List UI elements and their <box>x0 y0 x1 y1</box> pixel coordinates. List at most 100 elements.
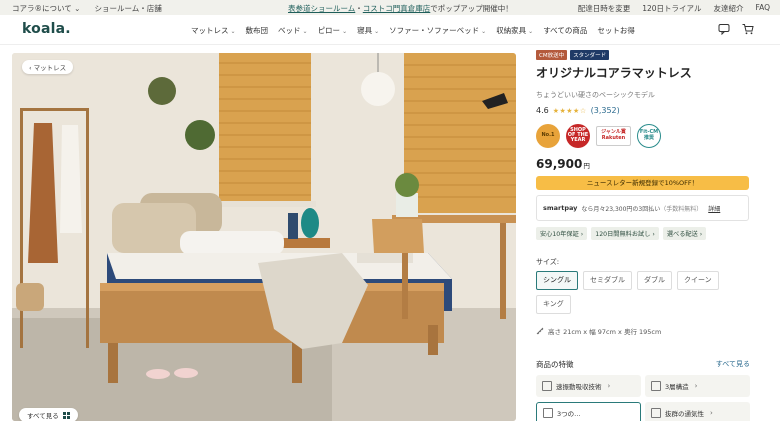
announcement-sep: ・ <box>355 4 363 13</box>
rating-value: 4.6 <box>536 106 549 115</box>
features-title: 商品の特徴 <box>536 360 574 369</box>
feature-icon <box>651 381 661 391</box>
chevron-down-icon: ⌄ <box>374 28 380 35</box>
ruler-icon <box>536 327 544 335</box>
chevron-down-icon: ⌄ <box>342 28 348 35</box>
size-label: サイズ: <box>536 258 560 266</box>
feature-label: 速振動吸収技術 <box>556 383 602 391</box>
delivery-pill[interactable]: 選べる配送 › <box>662 227 707 240</box>
trial-pill[interactable]: 120日間無料お試し › <box>591 227 659 240</box>
price-unit: 円 <box>583 162 590 170</box>
smartpay-sub: （手数料無料） <box>660 205 703 213</box>
chevron-right-icon: › <box>710 409 713 417</box>
newsletter-promo-banner[interactable]: ニュースレター新規登録で10%OFF！ <box>536 176 749 190</box>
size-option-double[interactable]: ダブル <box>637 271 672 290</box>
award-no1-icon: No.1 <box>536 123 560 148</box>
announcement-rest: でポップアップ開催中！ <box>430 4 513 13</box>
smartpay-box: smartpay なら月々23,300円の3回払い （手数料無料） 詳細 <box>536 195 749 221</box>
product-price: 69,900円 <box>536 157 750 171</box>
size-selector: シングル セミダブル ダブル クイーン キング <box>536 271 750 314</box>
cart-icon[interactable] <box>742 23 754 35</box>
size-option-king[interactable]: キング <box>536 295 571 314</box>
about-menu[interactable]: コアラ®について ⌄ <box>12 3 80 14</box>
referral-link[interactable]: 友達紹介 <box>713 3 743 14</box>
dimensions-row: 高さ 21cm x 幅 97cm x 奥行 195cm <box>536 326 750 336</box>
announcement-bar: コアラ®について ⌄ ショールーム・店舗 表参道ショールーム・コストコ門真倉庫店… <box>0 0 780 15</box>
feature-icon <box>542 381 552 391</box>
smartpay-detail-link[interactable]: 詳細 <box>708 204 720 213</box>
bedroom-photo <box>12 53 516 421</box>
breadcrumb[interactable]: ‹ マットレス <box>22 60 74 74</box>
chevron-right-icon: › <box>607 382 611 390</box>
chevron-down-icon: ⌄ <box>230 28 236 35</box>
feature-label: 抜群の通気性 <box>665 410 704 418</box>
chevron-down-icon: ⌄ <box>302 28 308 35</box>
cm-badge: CM放送中 <box>536 50 568 60</box>
chevron-down-icon: ⌄ <box>528 28 534 35</box>
price-amount: 69,900 <box>536 157 583 171</box>
warranty-pill[interactable]: 安心10年保証 › <box>536 227 588 240</box>
product-panel: CM放送中 スタンダード オリジナルコアラマットレス ちょうどいい硬さのベーシッ… <box>536 50 750 421</box>
main-nav: マットレス ⌄ 敷布団 ベッド ⌄ ピロー ⌄ 寝具 ⌄ ソファー・ソファーベッド ⌄ 収… <box>191 25 635 36</box>
costco-link[interactable]: コストコ門真倉庫店 <box>363 4 431 13</box>
topbar-left: コアラ®について ⌄ ショールーム・店舗 <box>12 3 162 14</box>
feature-icon <box>543 408 553 418</box>
standard-badge: スタンダード <box>570 50 610 60</box>
product-subtitle: ちょうどいい硬さのベーシックモデル <box>536 91 655 99</box>
site-header: koala. マットレス ⌄ 敷布団 ベッド ⌄ ピロー ⌄ 寝具 ⌄ ソファー・ソファ… <box>0 15 780 45</box>
nav-sofa[interactable]: ソファー・ソファーベッド ⌄ <box>389 25 486 36</box>
nav-storage[interactable]: 収納家具 ⌄ <box>496 25 533 36</box>
star-rating-icon: ★★★★☆ <box>552 106 587 115</box>
faq-link[interactable]: FAQ <box>755 3 770 14</box>
nav-pillow[interactable]: ピロー ⌄ <box>318 25 348 36</box>
feature-label: 3つの… <box>557 410 581 418</box>
nav-bedding[interactable]: 寝具 ⌄ <box>357 25 379 36</box>
feature-breathability[interactable]: 抜群の通気性 › <box>645 402 750 421</box>
perks-row: 安心10年保証 › 120日間無料お試し › 選べる配送 › <box>536 227 750 240</box>
nav-mattress[interactable]: マットレス ⌄ <box>191 25 236 36</box>
grid-icon <box>62 411 70 419</box>
nav-futon[interactable]: 敷布団 <box>246 25 269 36</box>
change-delivery-link[interactable]: 配達日時を変更 <box>578 3 631 14</box>
chat-icon[interactable] <box>718 23 730 35</box>
shop-of-the-year-icon: SHOP OF THE YEAR <box>566 123 590 148</box>
feature-three[interactable]: 3つの… <box>536 402 641 421</box>
product-image[interactable]: ‹ マットレス すべて見る <box>12 53 516 421</box>
koala-logo[interactable]: koala. <box>22 21 71 37</box>
smartpay-logo: smartpay <box>543 204 578 212</box>
topbar-right: 配達日時を変更 120日トライアル 友達紹介 FAQ <box>578 3 770 14</box>
nav-all-products[interactable]: すべての商品 <box>543 25 587 36</box>
feature-3-layer[interactable]: 3層構造 › <box>645 375 750 397</box>
about-label: コアラ®について <box>12 4 72 13</box>
size-option-single[interactable]: シングル <box>536 271 578 290</box>
showroom-link[interactable]: ショールーム・店舗 <box>94 3 161 14</box>
nav-bed[interactable]: ベッド ⌄ <box>278 25 308 36</box>
feature-icon <box>651 408 661 418</box>
awards-row: No.1 SHOP OF THE YEAR ジャンル賞 Rakuten Fit-… <box>536 123 750 148</box>
nav-sets[interactable]: セットお得 <box>597 25 635 36</box>
feature-label: 3層構造 <box>665 383 689 391</box>
size-option-semi-double[interactable]: セミダブル <box>583 271 632 290</box>
chevron-right-icon: › <box>694 382 698 390</box>
omotesando-showroom-link[interactable]: 表参道ショールーム <box>288 4 355 13</box>
smartpay-text: なら月々23,300円の3回払い <box>581 205 661 213</box>
features-header: 商品の特徴 すべて見る <box>536 359 750 370</box>
feature-vibration[interactable]: 速振動吸収技術 › <box>536 375 641 397</box>
product-title: オリジナルコアラマットレス <box>536 66 692 80</box>
dimensions-text: 高さ 21cm x 幅 97cm x 奥行 195cm <box>548 328 662 336</box>
features-grid: 速振動吸収技術 › 3層構造 › 3つの… 抜群の通気性 › <box>536 375 750 421</box>
review-count[interactable]: (3,352) <box>591 106 620 115</box>
see-all-images-button[interactable]: すべて見る <box>19 408 78 421</box>
product-badges: CM放送中 スタンダード <box>536 50 750 60</box>
announcement-text: 表参道ショールーム・コストコ門真倉庫店でポップアップ開催中！ <box>288 3 513 14</box>
chevron-down-icon: ⌄ <box>481 28 487 35</box>
fit-cm-icon: Fit-CM 推奨 <box>637 123 661 148</box>
size-option-queen[interactable]: クイーン <box>677 271 719 290</box>
rakuten-genre-award-icon: ジャンル賞 Rakuten <box>596 125 631 146</box>
see-all-label: すべて見る <box>27 412 59 420</box>
rating-row[interactable]: 4.6 ★★★★☆ (3,352) <box>536 106 750 115</box>
chevron-down-icon: ⌄ <box>74 4 81 13</box>
trial-link[interactable]: 120日トライアル <box>642 3 701 14</box>
features-see-all-link[interactable]: すべて見る <box>716 359 750 370</box>
header-icons <box>718 23 754 35</box>
